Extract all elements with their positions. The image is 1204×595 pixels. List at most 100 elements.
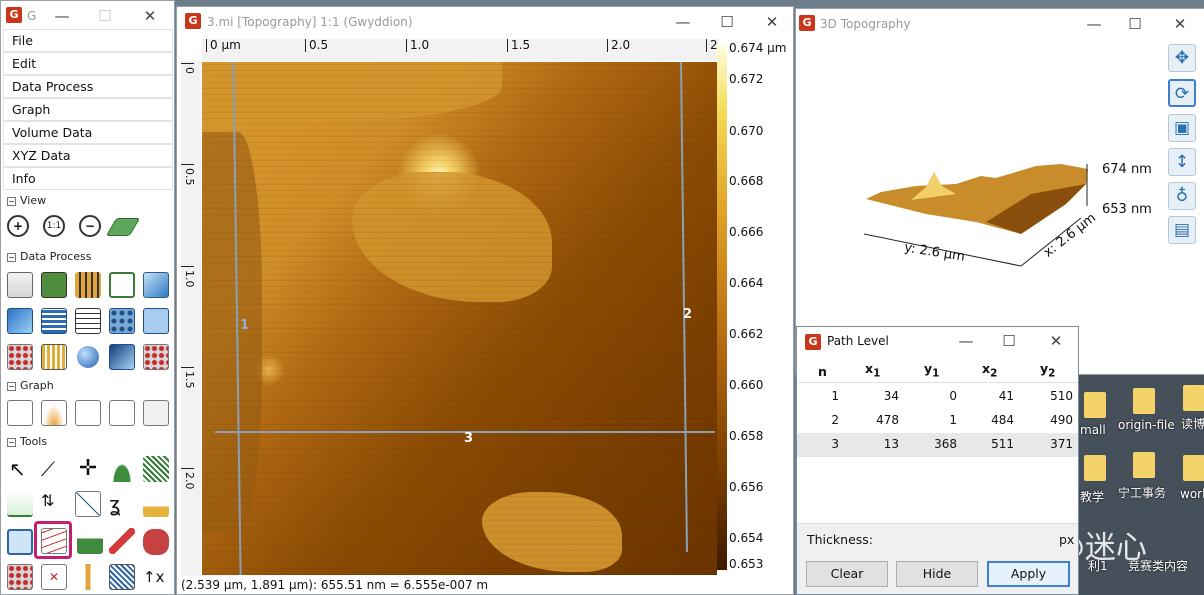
zoom-out-icon[interactable]: − <box>79 215 101 237</box>
fft-icon[interactable] <box>109 344 135 370</box>
zoom-1-1-icon[interactable]: 1:1 <box>43 215 65 237</box>
column-header-y2[interactable]: y2 <box>1040 361 1055 380</box>
z-scale-icon[interactable]: ↕ <box>1168 148 1196 176</box>
curve-tool-icon[interactable]: ʓ <box>109 491 135 517</box>
table-row[interactable]: 1 34 0 41 510 <box>797 385 1078 409</box>
profile-line-2[interactable] <box>680 62 688 552</box>
graph-export-icon[interactable] <box>143 400 169 426</box>
grain-remove-icon[interactable] <box>143 491 169 517</box>
desktop-icon-label[interactable]: 读博 <box>1181 415 1204 432</box>
sphere-icon[interactable] <box>77 346 99 368</box>
graph-cd-icon[interactable] <box>109 400 135 426</box>
profile-line-3[interactable] <box>215 431 715 433</box>
drop-icon[interactable] <box>143 308 169 334</box>
clear-button[interactable]: Clear <box>806 561 888 587</box>
pointer-icon[interactable]: ↖ <box>9 456 35 482</box>
collapse-icon[interactable]: − <box>7 253 16 262</box>
folder-icon[interactable] <box>1133 452 1155 478</box>
folder-icon[interactable] <box>1183 385 1204 411</box>
folder-icon[interactable] <box>1084 392 1106 418</box>
level-icon[interactable] <box>7 272 33 298</box>
3d-view-icon[interactable] <box>105 218 141 236</box>
minimize-icon[interactable]: — <box>674 13 692 31</box>
triangle-tool-icon[interactable] <box>7 529 33 555</box>
maximize-icon[interactable]: ☐ <box>1000 332 1018 350</box>
apply-button[interactable]: Apply <box>987 561 1070 587</box>
align-rows-icon[interactable] <box>75 272 101 298</box>
collapse-icon[interactable]: − <box>7 197 16 206</box>
crosshair-icon[interactable]: ✛ <box>75 456 101 482</box>
pencil-icon[interactable] <box>109 528 135 554</box>
stats-tool-icon[interactable] <box>7 491 33 517</box>
desktop-icon-label[interactable]: origin-file <box>1118 418 1175 432</box>
column-header-n[interactable]: n <box>818 364 827 379</box>
3d-titlebar[interactable]: G 3D Topography — ☐ ✕ <box>796 9 1204 39</box>
image-titlebar[interactable]: G 3.mi [Topography] 1:1 (Gwyddion) — ☐ ✕ <box>177 7 793 37</box>
gradient-icon[interactable] <box>143 272 169 298</box>
sfunctions-icon[interactable]: ⇅ <box>41 491 67 517</box>
minimize-icon[interactable]: — <box>53 7 71 25</box>
reset-view-icon[interactable]: ⟳ <box>1168 79 1196 107</box>
histogram-icon[interactable] <box>41 344 67 370</box>
desktop-icon-label[interactable]: 宁工事务 <box>1118 484 1166 501</box>
color-range-icon[interactable] <box>75 564 101 590</box>
folder-icon[interactable] <box>1084 455 1106 481</box>
line-tool-icon[interactable] <box>75 491 101 517</box>
rotate-view-icon[interactable]: ✥ <box>1168 44 1196 72</box>
section-graph[interactable]: − Graph <box>7 379 54 392</box>
section-tools[interactable]: − Tools <box>7 435 47 448</box>
deconvolve-icon[interactable] <box>109 564 135 590</box>
minimize-icon[interactable]: — <box>1085 15 1103 33</box>
spectro-icon[interactable] <box>143 456 169 482</box>
section-view[interactable]: − View <box>7 194 46 207</box>
mask-remove-icon[interactable]: ✕ <box>41 564 67 590</box>
close-icon[interactable]: ✕ <box>1047 332 1065 350</box>
desktop-icon-label[interactable]: work <box>1180 487 1204 501</box>
toolbox-titlebar[interactable]: G G — ☐ ✕ <box>1 1 174 31</box>
menu-file[interactable]: File <box>3 29 173 52</box>
crop-icon[interactable] <box>109 272 135 298</box>
maximize-icon[interactable]: ☐ <box>1126 15 1144 33</box>
column-header-y1[interactable]: y1 <box>924 361 939 380</box>
graph-measure-icon[interactable] <box>75 400 101 426</box>
collapse-icon[interactable]: − <box>7 382 16 391</box>
menu-info[interactable]: Info <box>3 167 173 190</box>
menu-graph[interactable]: Graph <box>3 98 173 121</box>
graph-peak-icon[interactable] <box>41 400 67 426</box>
plane-level-icon[interactable] <box>41 272 67 298</box>
maximize-icon[interactable]: ☐ <box>718 13 736 31</box>
zoom-in-icon[interactable]: + <box>7 215 29 237</box>
light-icon[interactable]: ♁ <box>1168 182 1196 210</box>
distance-icon[interactable]: ⟋ <box>41 456 67 482</box>
table-row[interactable]: 2 478 1 484 490 <box>797 409 1078 433</box>
rows-icon[interactable] <box>41 308 67 334</box>
table-row[interactable]: 3 13 368 511 371 <box>797 433 1078 457</box>
hide-button[interactable]: Hide <box>896 561 978 587</box>
blob-icon[interactable] <box>143 529 169 555</box>
column-header-x2[interactable]: x2 <box>982 361 997 380</box>
collapse-icon[interactable]: − <box>7 438 16 447</box>
mask-editor-icon[interactable] <box>77 528 103 554</box>
fit-function-icon[interactable]: ↑x <box>143 564 169 590</box>
close-icon[interactable]: ✕ <box>763 13 781 31</box>
folder-icon[interactable] <box>1133 388 1155 414</box>
folder-icon[interactable] <box>1183 455 1204 481</box>
scale-view-icon[interactable]: ▣ <box>1168 114 1196 142</box>
minimize-icon[interactable]: — <box>957 332 975 350</box>
stats-icon[interactable] <box>75 308 101 334</box>
profile-line-1[interactable] <box>232 62 242 575</box>
path-level-titlebar[interactable]: G Path Level — ☐ ✕ <box>797 327 1078 355</box>
maximize-icon[interactable]: ☐ <box>96 7 114 25</box>
noise-icon[interactable] <box>7 344 33 370</box>
profile-icon[interactable] <box>109 456 135 482</box>
topography-image[interactable]: 1 2 3 <box>202 62 717 575</box>
close-icon[interactable]: ✕ <box>1171 15 1189 33</box>
close-icon[interactable]: ✕ <box>141 7 159 25</box>
menu-volume-data[interactable]: Volume Data <box>3 121 173 144</box>
menu-data-process[interactable]: Data Process <box>3 75 173 98</box>
save-icon[interactable]: ▤ <box>1168 216 1196 244</box>
spot-remove-icon[interactable] <box>7 564 33 590</box>
graph-fit-icon[interactable] <box>7 400 33 426</box>
desktop-icon-label[interactable]: 教学 <box>1080 488 1104 505</box>
grains-icon[interactable] <box>109 308 135 334</box>
